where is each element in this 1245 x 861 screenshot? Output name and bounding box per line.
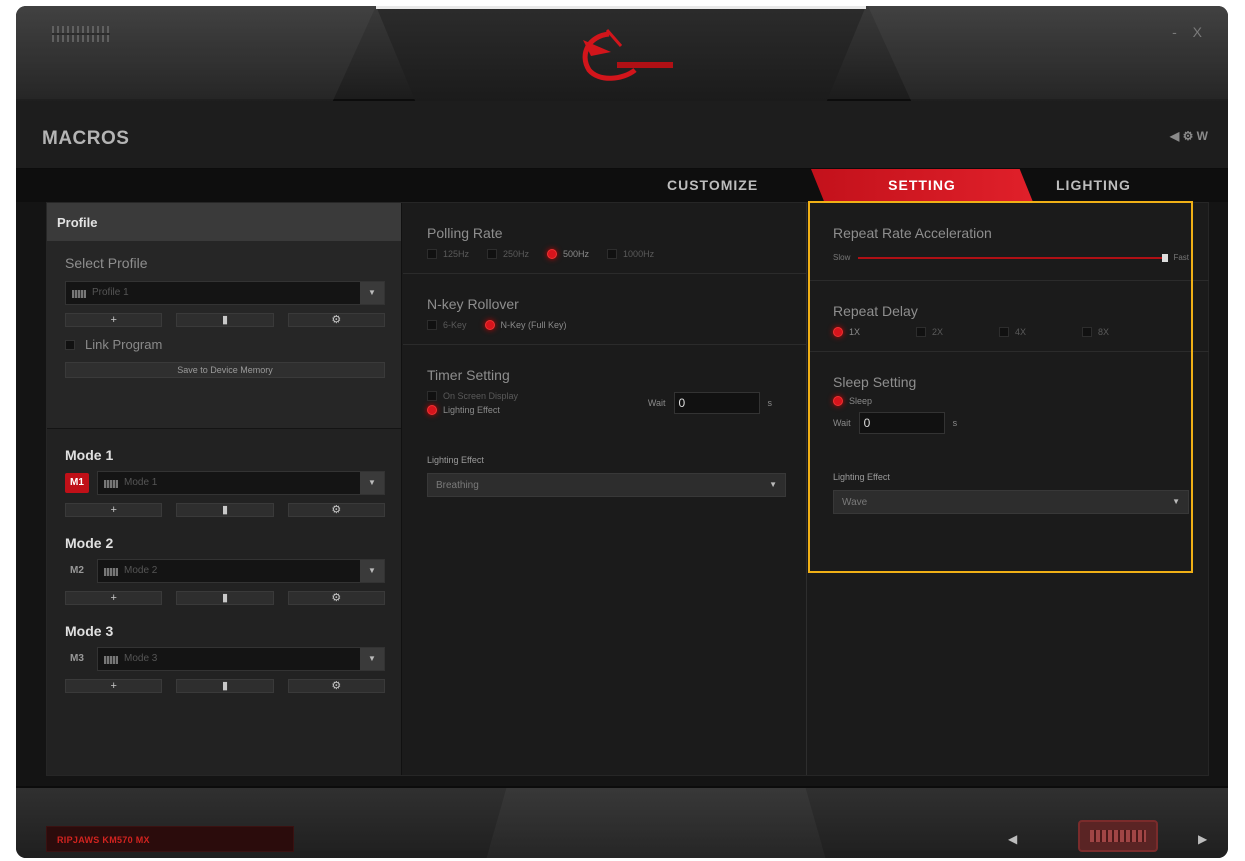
settings-column-left: Polling Rate 125Hz 250Hz 500Hz 1000Hz N-… <box>403 203 807 775</box>
timer-effect-select[interactable]: Breathing ▼ <box>427 473 786 497</box>
polling-1000hz-radio[interactable]: 1000Hz <box>607 249 654 259</box>
mode-badge-m1[interactable]: M1 <box>65 473 89 493</box>
chevron-down-icon[interactable]: ▼ <box>360 472 384 494</box>
profile-settings-button[interactable]: ⚙ <box>287 313 385 327</box>
mode-3-select[interactable]: Mode 3 ▼ <box>97 647 385 671</box>
polling-rate-section: Polling Rate 125Hz 250Hz 500Hz 1000Hz <box>403 203 806 274</box>
repeat-rate-section: Repeat Rate Acceleration Slow Fast <box>809 203 1209 281</box>
profile-select[interactable]: Profile 1 ▼ <box>65 281 385 305</box>
delete-profile-button[interactable]: ▮ <box>176 313 274 327</box>
keyboard-icon <box>72 290 86 298</box>
mode-settings-button[interactable]: ⚙ <box>287 503 385 517</box>
link-program-checkbox[interactable]: Link Program <box>65 337 385 352</box>
keyboard-icon <box>104 568 118 576</box>
chevron-down-icon[interactable]: ▼ <box>769 480 777 489</box>
osd-radio[interactable]: On Screen Display <box>427 391 518 401</box>
add-mode-button[interactable]: + <box>65 591 163 605</box>
sleep-effect-label: Lighting Effect <box>833 472 890 482</box>
chevron-down-icon[interactable]: ▼ <box>1172 497 1180 506</box>
tab-setting[interactable]: SETTING <box>811 169 1033 202</box>
polling-500hz-radio[interactable]: 500Hz <box>547 249 589 259</box>
timer-lighting-radio[interactable]: Lighting Effect <box>427 405 518 415</box>
add-mode-button[interactable]: + <box>65 679 163 693</box>
mode-settings-button[interactable]: ⚙ <box>287 591 385 605</box>
page-title: MACROS <box>42 128 130 149</box>
chevron-down-icon[interactable]: ▼ <box>360 560 384 582</box>
timer-effect-label: Lighting Effect <box>427 455 484 465</box>
keyboard-icon <box>104 480 118 488</box>
polling-125hz-radio[interactable]: 125Hz <box>427 249 469 259</box>
chevron-down-icon[interactable]: ▼ <box>360 282 384 304</box>
delete-mode-button[interactable]: ▮ <box>176 679 274 693</box>
timer-setting-section: Timer Setting On Screen Display Lighting… <box>403 345 806 497</box>
mode-1-select[interactable]: Mode 1 ▼ <box>97 471 385 495</box>
delete-mode-button[interactable]: ▮ <box>176 591 274 605</box>
wait-label: Wait <box>647 398 666 408</box>
polling-250hz-radio[interactable]: 250Hz <box>487 249 529 259</box>
mode-badge-m3[interactable]: M3 <box>65 649 89 669</box>
save-to-device-button[interactable]: Save to Device Memory <box>65 362 385 378</box>
gskill-logo <box>582 29 673 81</box>
app-window: - X MACROS ◀ ⚙ W CUSTOMIZE SETTING LIGHT… <box>16 6 1228 858</box>
repeat-rate-slider[interactable] <box>858 253 1169 262</box>
sleep-wait-input[interactable]: 0 <box>858 412 945 434</box>
delete-mode-button[interactable]: ▮ <box>176 503 274 517</box>
chevron-down-icon[interactable]: ▼ <box>360 648 384 670</box>
keyboard-icon <box>104 656 118 664</box>
six-key-radio[interactable]: 6-Key <box>427 320 467 330</box>
mode-2: Mode 2 M2 Mode 2 ▼ + ▮ ⚙ <box>47 517 401 605</box>
select-profile-label: Select Profile <box>65 255 148 271</box>
add-profile-button[interactable]: + <box>65 313 163 327</box>
settings-column-right: Repeat Rate Acceleration Slow Fast Repea… <box>809 203 1209 775</box>
sleep-setting-section: Sleep Setting Sleep Wait 0 s Lighting Ef… <box>809 352 1209 514</box>
tab-bar: CUSTOMIZE SETTING LIGHTING <box>16 169 1228 202</box>
mode-3: Mode 3 M3 Mode 3 ▼ + ▮ ⚙ <box>47 605 401 693</box>
tab-customize[interactable]: CUSTOMIZE <box>667 177 758 193</box>
repeat-delay-section: Repeat Delay 1X 2X 4X 8X <box>809 281 1209 352</box>
keyboard-device-icon[interactable] <box>1078 820 1158 852</box>
tab-lighting[interactable]: LIGHTING <box>1056 177 1131 193</box>
title-icons[interactable]: ◀ ⚙ W <box>1170 129 1208 143</box>
top-header: - X <box>16 6 1228 101</box>
delay-2x-radio[interactable]: 2X <box>916 327 943 337</box>
mode-settings-button[interactable]: ⚙ <box>287 679 385 693</box>
delay-8x-radio[interactable]: 8X <box>1082 327 1109 337</box>
window-controls[interactable]: - X <box>1172 24 1208 40</box>
sleep-effect-select[interactable]: Wave ▼ <box>833 490 1189 514</box>
profile-panel: Profile Select Profile Profile 1 ▼ + ▮ ⚙… <box>47 203 402 775</box>
timer-wait-input[interactable]: 0 <box>673 392 760 414</box>
drag-grip-icon[interactable] <box>52 26 110 42</box>
nkey-full-radio[interactable]: N-Key (Full Key) <box>484 320 567 330</box>
main-area: Profile Select Profile Profile 1 ▼ + ▮ ⚙… <box>46 202 1209 776</box>
mode-1: Mode 1 M1 Mode 1 ▼ + ▮ ⚙ <box>47 429 401 517</box>
bottom-bar: RIPJAWS KM570 MX ◀ ▶ <box>16 786 1228 858</box>
previous-device-icon[interactable]: ◀ <box>1008 832 1017 846</box>
sleep-radio[interactable]: Sleep <box>833 396 1189 406</box>
slider-knob[interactable] <box>1162 253 1169 262</box>
mode-badge-m2[interactable]: M2 <box>65 561 89 581</box>
add-mode-button[interactable]: + <box>65 503 163 517</box>
delay-1x-radio[interactable]: 1X <box>833 327 860 337</box>
next-device-icon[interactable]: ▶ <box>1198 832 1207 846</box>
nkey-rollover-section: N-key Rollover 6-Key N-Key (Full Key) <box>403 274 806 345</box>
title-bar: MACROS ◀ ⚙ W <box>16 101 1228 169</box>
mode-2-select[interactable]: Mode 2 ▼ <box>97 559 385 583</box>
delay-4x-radio[interactable]: 4X <box>999 327 1026 337</box>
device-name: RIPJAWS KM570 MX <box>46 826 294 852</box>
profile-header: Profile <box>47 203 401 241</box>
